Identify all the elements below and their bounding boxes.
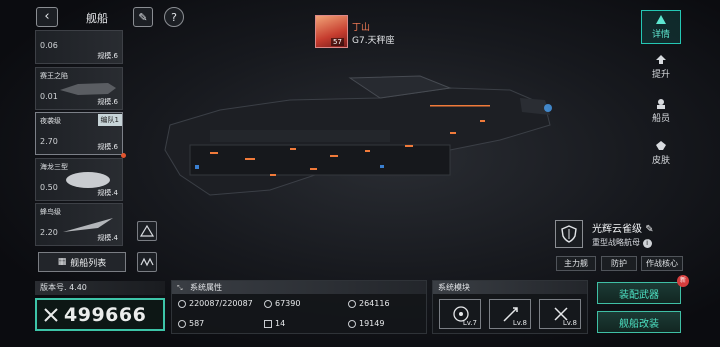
- back-arrow-icon: ‹: [44, 9, 50, 24]
- ship-card-scale: 规模.4: [97, 234, 118, 242]
- armor-icon: [264, 299, 272, 308]
- ship-card-value: 2.20: [40, 228, 58, 237]
- tab-label: 皮肤: [651, 156, 670, 166]
- tab-label: 船员: [651, 114, 670, 124]
- crew-icon: [657, 99, 665, 109]
- shield-icon: [561, 225, 577, 243]
- system-modules-panel: 系统模块 Lv.7 Lv.8 Lv.8: [432, 280, 588, 334]
- back-button[interactable]: ‹: [36, 7, 58, 27]
- module-level: Lv.8: [512, 319, 527, 327]
- fleet-tag: 编队1: [97, 114, 122, 126]
- shield-icon: [348, 299, 356, 308]
- expand-icon[interactable]: ⤡: [177, 284, 183, 293]
- ship-card-name: 夜袭级: [40, 117, 61, 125]
- ship-card-scale: 规模.4: [97, 189, 118, 197]
- energy-icon: [348, 319, 356, 328]
- ship-tag-defense: 防护: [601, 256, 637, 271]
- ship-card-scale: 规模.6: [97, 98, 118, 106]
- stat-value: 67390: [275, 299, 301, 308]
- stat-value: 19149: [359, 319, 385, 328]
- ship-list-label: 舰船列表: [70, 258, 107, 269]
- formation-icon: [140, 225, 154, 237]
- stat-grid: 14: [264, 319, 285, 328]
- grid-icon: ▦: [57, 257, 67, 267]
- ship-card-value: 0.50: [40, 183, 58, 192]
- ship-tag-main: 主力舰: [556, 256, 596, 271]
- power-display: 499666: [35, 298, 165, 331]
- stat-speed: 587: [178, 319, 204, 328]
- version-label: 版本号. 4.40: [35, 281, 165, 295]
- module-slot-3[interactable]: Lv.8: [539, 299, 581, 329]
- tab-skin[interactable]: 皮肤: [641, 136, 681, 170]
- stat-value: 14: [275, 319, 286, 328]
- stat-shield: 264116: [348, 299, 390, 308]
- tab-crew[interactable]: 船员: [641, 94, 681, 128]
- ship-card-2[interactable]: 夜袭级 编队1 2.70 规模.6: [35, 112, 126, 158]
- ship-card-value: 0.06: [40, 41, 58, 50]
- wave-icon: [140, 257, 154, 267]
- edit-button[interactable]: ✎: [133, 7, 153, 27]
- commander-name: 丁山: [352, 23, 371, 33]
- ship-tag-core: 作战核心: [641, 256, 683, 271]
- ship-name[interactable]: 光辉云雀级 ✎: [592, 220, 654, 235]
- tab-label: 提升: [651, 70, 670, 80]
- details-icon: [656, 15, 666, 24]
- module-slot-2[interactable]: Lv.8: [489, 299, 531, 329]
- info-icon[interactable]: i: [642, 239, 652, 248]
- ship-type-text: 重型战略航母: [592, 238, 640, 247]
- panel-header: 系统属性: [172, 281, 426, 294]
- help-button[interactable]: ?: [164, 7, 184, 27]
- tab-upgrade[interactable]: 提升: [641, 50, 681, 84]
- ship-refit-button[interactable]: 舰船改装: [597, 311, 681, 333]
- power-value: 499666: [64, 303, 147, 326]
- grid-icon: [264, 319, 272, 328]
- tab-details[interactable]: 详情: [641, 10, 681, 44]
- module-slot-1[interactable]: Lv.7: [439, 299, 481, 329]
- stat-hull: 220087/220087: [178, 299, 253, 308]
- ship-card-scale: 规模.6: [97, 52, 118, 60]
- speed-icon: [178, 319, 186, 328]
- new-badge: 新: [677, 275, 689, 287]
- ship-class-badge: [555, 220, 583, 248]
- stat-value: 264116: [359, 299, 390, 308]
- page-title: 舰船: [86, 12, 108, 25]
- wave-button[interactable]: [137, 252, 157, 272]
- ship-card-1[interactable]: 赛王之陷 0.01 规模.6: [35, 67, 123, 110]
- ship-card-value: 2.70: [40, 137, 58, 146]
- ship-model: [164, 75, 552, 196]
- ship-card-value: 0.01: [40, 92, 58, 101]
- ship-card-scale: 规模.6: [97, 143, 118, 151]
- hull-icon: [178, 299, 186, 308]
- stat-value: 587: [189, 319, 205, 328]
- ship-type: 重型战略航母 i: [592, 237, 652, 248]
- rename-icon[interactable]: ✎: [645, 224, 653, 235]
- formation-button[interactable]: [137, 221, 157, 241]
- ship-card-4[interactable]: 蜂鸟级 2.20 规模.4: [35, 203, 123, 246]
- commander-location: G7.天秤座: [352, 36, 395, 46]
- ship-list-button[interactable]: ▦ 舰船列表: [38, 252, 126, 272]
- equip-weapons-button[interactable]: 装配武器: [597, 282, 681, 304]
- system-attributes-panel: 系统属性 ⤡ 220087/220087 67390 264116 587 14…: [171, 280, 427, 334]
- module-level: Lv.7: [462, 319, 477, 327]
- stat-energy: 19149: [348, 319, 384, 328]
- crossed-swords-icon: [44, 307, 58, 322]
- ship-card-3[interactable]: 海龙三型 0.50 规模.4: [35, 158, 123, 201]
- stat-armor: 67390: [264, 299, 300, 308]
- tab-label: 详情: [651, 30, 670, 40]
- skin-icon: [656, 141, 666, 150]
- pen-icon: ✎: [138, 10, 148, 24]
- ship-card-0[interactable]: 0.06 规模.6: [35, 30, 123, 64]
- question-icon: ?: [171, 10, 177, 24]
- commander-level: 57: [331, 38, 344, 46]
- module-level: Lv.8: [562, 319, 577, 327]
- stat-value: 220087/220087: [189, 299, 253, 308]
- upgrade-icon: [656, 55, 666, 64]
- ship-name-text: 光辉云雀级: [592, 224, 642, 235]
- panel-header: 系统模块: [433, 281, 587, 294]
